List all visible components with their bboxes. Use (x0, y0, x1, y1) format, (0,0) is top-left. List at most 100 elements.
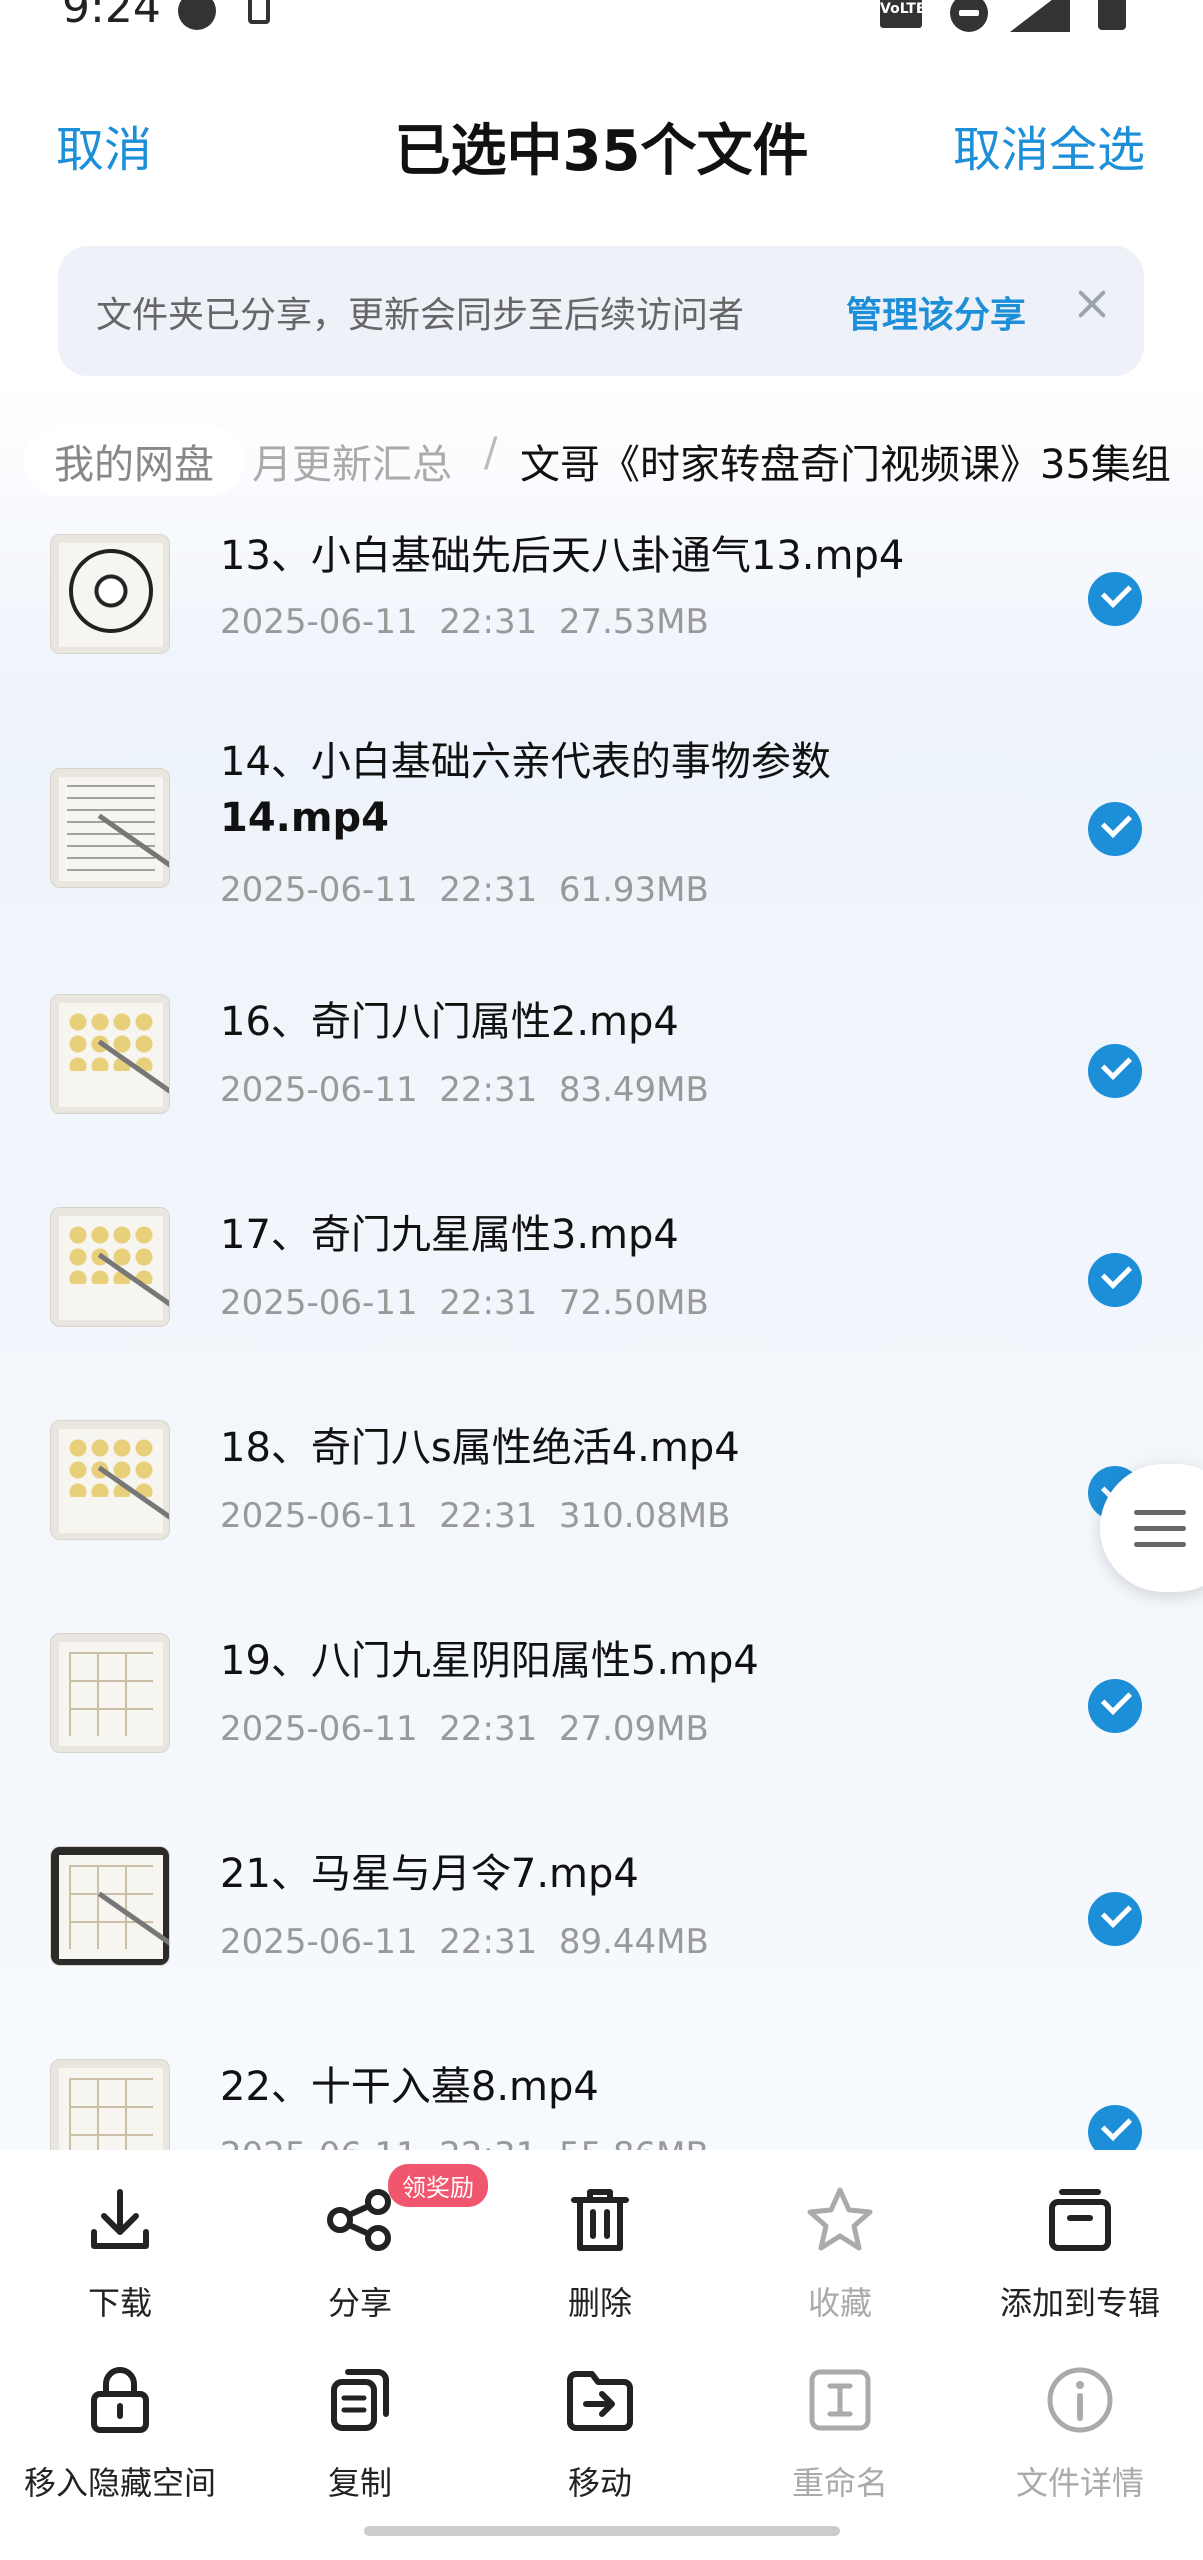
file-name: 19、八门九星阴阳属性5.mp4 (220, 1638, 759, 1684)
copy-button[interactable]: 复制 (240, 2360, 480, 2504)
breadcrumb-item-root[interactable]: 我的网盘 (24, 426, 244, 496)
rename-icon (809, 2369, 871, 2431)
file-name: 18、奇门八s属性绝活4.mp4 (220, 1425, 740, 1471)
checkbox-checked-icon[interactable] (1088, 1253, 1142, 1307)
file-meta: 2025-06-11 22:31 61.93MB (220, 870, 709, 910)
rename-button[interactable]: 重命名 (720, 2360, 960, 2504)
file-time: 22:31 (439, 1709, 538, 1749)
deselect-all-button[interactable]: 取消全选 (953, 110, 1145, 180)
favorite-button[interactable]: 收藏 (720, 2180, 960, 2324)
checkbox-checked-icon[interactable] (1088, 1892, 1142, 1946)
list-item[interactable]: 22、十干入墓8.mp4 2025-06-11 22:31 55.86MB (0, 2025, 1203, 2150)
file-date: 2025-06-11 (220, 870, 418, 910)
list-item[interactable]: 16、奇门八门属性2.mp4 2025-06-11 22:31 83.49MB (0, 960, 1203, 1160)
file-name: 22、十干入墓8.mp4 (220, 2064, 599, 2110)
file-date: 2025-06-11 (220, 1922, 418, 1962)
file-size: 72.50MB (558, 1283, 709, 1323)
list-item[interactable]: 19、八门九星阴阳属性5.mp4 2025-06-11 22:31 27.09M… (0, 1599, 1203, 1799)
battery-icon (1098, 0, 1126, 30)
move-button[interactable]: 移动 (480, 2360, 720, 2504)
file-time: 22:31 (439, 1283, 538, 1323)
file-meta: 2025-06-11 22:31 83.49MB (220, 1070, 709, 1110)
checkbox-checked-icon[interactable] (1088, 802, 1142, 856)
file-time: 22:31 (439, 602, 538, 642)
share-notice-banner: 文件夹已分享，更新会同步至后续访问者 管理该分享 (58, 246, 1144, 376)
manage-share-link[interactable]: 管理该分享 (846, 286, 1026, 338)
menu-icon-line (1134, 1526, 1186, 1531)
share-button[interactable]: 领奖励 分享 (240, 2164, 488, 2324)
file-time: 22:31 (439, 2135, 537, 2150)
video-thumbnail (50, 2059, 170, 2150)
file-name: 14、小白基础六亲代表的事物参数 14.mp4 (220, 734, 831, 846)
file-date: 2025-06-11 (220, 1070, 418, 1110)
file-time: 22:31 (439, 870, 538, 910)
download-icon (91, 2189, 149, 2249)
star-icon (807, 2187, 873, 2251)
rename-label: 重命名 (791, 2464, 888, 2502)
menu-icon-line (1134, 1510, 1186, 1515)
file-date: 2025-06-11 (220, 1709, 418, 1749)
list-item[interactable]: 18、奇门八s属性绝活4.mp4 2025-06-11 22:31 310.08… (0, 1386, 1203, 1586)
list-item[interactable]: 14、小白基础六亲代表的事物参数 14.mp4 2025-06-11 22:31… (0, 720, 1203, 920)
video-thumbnail (50, 1846, 170, 1966)
file-meta: 2025-06-11 22:31 55.86MB (220, 2135, 709, 2150)
status-bar: 9:24 VoLTE (0, 0, 1203, 40)
list-item[interactable]: 17、奇门九星属性3.mp4 2025-06-11 22:31 72.50MB (0, 1173, 1203, 1373)
lock-icon (91, 2367, 149, 2433)
checkbox-checked-icon[interactable] (1088, 1679, 1142, 1733)
breadcrumb: 月更新汇总 我的网盘 / 文哥《时家转盘奇门视频课》35集组 (0, 420, 1203, 500)
file-name: 21、马星与月令7.mp4 (220, 1851, 639, 1897)
file-date: 2025-06-11 (220, 2135, 418, 2150)
file-time: 22:31 (439, 1070, 538, 1110)
breadcrumb-item-middle[interactable]: 月更新汇总 (252, 432, 452, 490)
volte-icon: VoLTE (880, 0, 925, 28)
video-thumbnail (50, 1420, 170, 1540)
file-date: 2025-06-11 (220, 1283, 418, 1323)
checkbox-checked-icon[interactable] (1088, 2105, 1142, 2150)
delete-button[interactable]: 删除 (480, 2180, 720, 2324)
share-label: 分享 (327, 2284, 392, 2322)
file-details-button[interactable]: 文件详情 (960, 2360, 1200, 2504)
file-size: 61.93MB (558, 870, 709, 910)
file-time: 22:31 (439, 1496, 538, 1536)
do-not-disturb-icon (950, 0, 988, 32)
file-time: 22:31 (439, 1922, 538, 1962)
list-item[interactable]: 13、小白基础先后天八卦通气13.mp4 2025-06-11 22:31 27… (0, 500, 1203, 680)
home-indicator[interactable] (364, 2526, 840, 2536)
file-name: 13、小白基础先后天八卦通气13.mp4 (220, 533, 905, 579)
move-to-hidden-space-button[interactable]: 移入隐藏空间 (0, 2360, 240, 2504)
file-size: 83.49MB (558, 1070, 709, 1110)
breadcrumb-separator: / (484, 430, 498, 476)
file-name: 16、奇门八门属性2.mp4 (220, 999, 679, 1045)
checkbox-checked-icon[interactable] (1088, 572, 1142, 626)
reward-badge: 领奖励 (388, 2164, 488, 2207)
trash-icon (571, 2189, 629, 2251)
status-time: 9:24 (62, 0, 161, 33)
notification-icon (178, 0, 216, 30)
info-icon (1047, 2367, 1113, 2433)
add-to-album-label: 添加到专辑 (999, 2284, 1160, 2322)
file-details-label: 文件详情 (1015, 2464, 1144, 2502)
favorite-label: 收藏 (807, 2284, 872, 2322)
file-name-line2: 14.mp4 (220, 795, 390, 841)
video-thumbnail (50, 994, 170, 1114)
file-date: 2025-06-11 (220, 1496, 418, 1536)
add-to-album-button[interactable]: 添加到专辑 (960, 2180, 1200, 2324)
list-item[interactable]: 21、马星与月令7.mp4 2025-06-11 22:31 89.44MB (0, 1812, 1203, 2012)
video-thumbnail (50, 768, 170, 888)
share-notice-text: 文件夹已分享，更新会同步至后续访问者 (96, 295, 745, 336)
close-icon[interactable] (1070, 282, 1114, 326)
video-thumbnail (50, 534, 170, 654)
move-to-hidden-space-label: 移入隐藏空间 (23, 2464, 216, 2502)
checkbox-checked-icon[interactable] (1088, 1044, 1142, 1098)
menu-icon-line (1134, 1542, 1186, 1547)
video-thumbnail (50, 1207, 170, 1327)
file-size: 55.86MB (559, 2135, 709, 2150)
move-folder-icon (567, 2371, 633, 2431)
file-name-line1: 14、小白基础六亲代表的事物参数 (220, 739, 831, 785)
move-label: 移动 (567, 2464, 632, 2502)
file-size: 27.09MB (558, 1709, 709, 1749)
file-list: 13、小白基础先后天八卦通气13.mp4 2025-06-11 22:31 27… (0, 500, 1203, 2150)
download-button[interactable]: 下载 (0, 2180, 240, 2324)
download-label: 下载 (87, 2284, 152, 2322)
